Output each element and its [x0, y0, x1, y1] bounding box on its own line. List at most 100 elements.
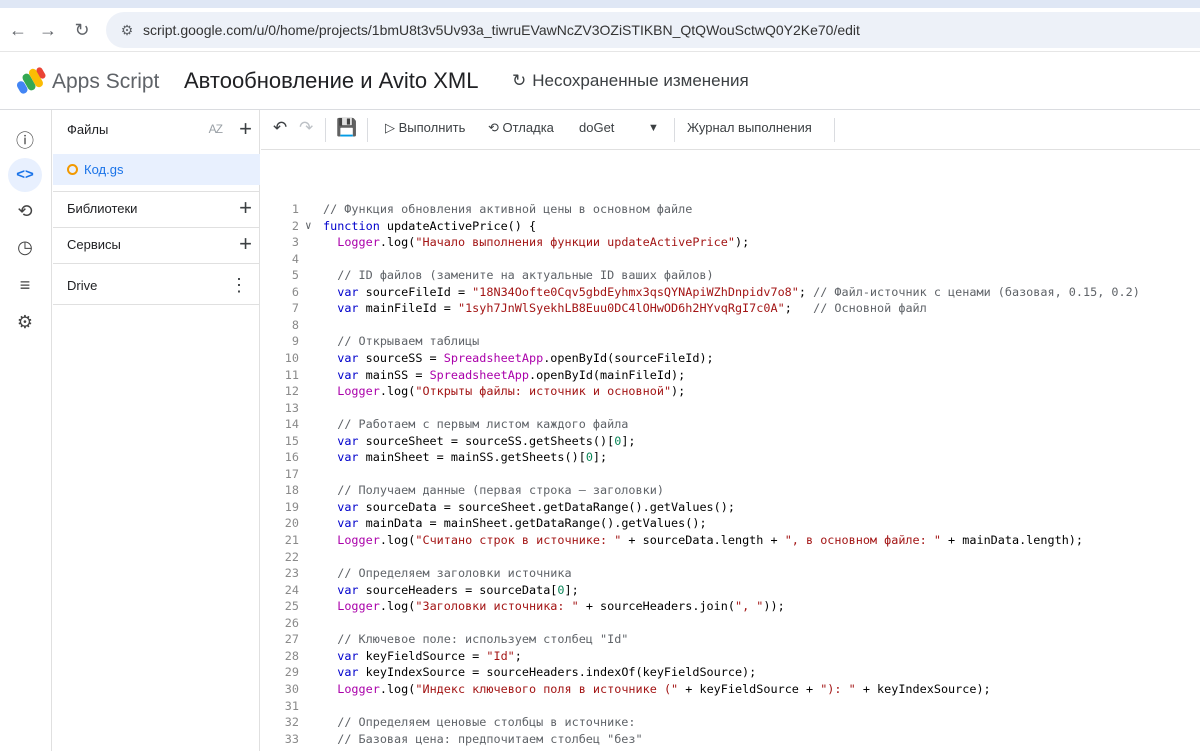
- history-icon[interactable]: ⟲: [8, 194, 42, 228]
- code-line[interactable]: 16 var mainSheet = mainSS.getSheets()[0]…: [261, 449, 1200, 466]
- app-name[interactable]: Apps Script: [52, 70, 159, 94]
- libraries-row[interactable]: Библиотеки +: [53, 191, 260, 227]
- code-line[interactable]: 29 var keyIndexSource = sourceHeaders.in…: [261, 664, 1200, 681]
- file-name[interactable]: Код.gs: [84, 162, 123, 177]
- save-icon[interactable]: 💾: [336, 118, 357, 138]
- code-text[interactable]: // Работаем с первым листом каждого файл…: [323, 416, 628, 433]
- code-text[interactable]: var mainFileId = "1syh7JnWlSyekhLB8Euu0D…: [323, 300, 927, 317]
- url-text[interactable]: script.google.com/u/0/home/projects/1bmU…: [143, 22, 860, 38]
- code-line[interactable]: 23 // Определяем заголовки источника: [261, 565, 1200, 582]
- code-text[interactable]: // Получаем данные (первая строка – заго…: [323, 482, 664, 499]
- code-line[interactable]: 18 // Получаем данные (первая строка – з…: [261, 482, 1200, 499]
- add-library-plus-icon[interactable]: +: [239, 195, 252, 221]
- fold-chevron-icon[interactable]: ∨: [305, 218, 312, 235]
- code-line[interactable]: 32 // Определяем ценовые столбцы в источ…: [261, 714, 1200, 731]
- code-text[interactable]: var sourceSS = SpreadsheetApp.openById(s…: [323, 350, 713, 367]
- code-text[interactable]: // Определяем заголовки источника: [323, 565, 571, 582]
- code-text[interactable]: var keyFieldSource = "Id";: [323, 648, 522, 665]
- files-panel: Файлы AZ + Код.gs Библиотеки + Сервисы +…: [53, 110, 260, 751]
- code-text[interactable]: Logger.log("Начало выполнения функции up…: [323, 234, 749, 251]
- code-text[interactable]: // Ключевое поле: используем столбец "Id…: [323, 631, 628, 648]
- code-text[interactable]: // Функция обновления активной цены в ос…: [323, 201, 692, 218]
- code-line[interactable]: 8: [261, 317, 1200, 334]
- code-line[interactable]: 19 var sourceData = sourceSheet.getDataR…: [261, 499, 1200, 516]
- redo-icon[interactable]: ↷: [299, 118, 313, 138]
- editor-toolbar: ↶ ↷ 💾 ▷ Выполнить ⟲ Отладка doGet ▼ Журн…: [261, 110, 1200, 150]
- code-line[interactable]: 28 var keyFieldSource = "Id";: [261, 648, 1200, 665]
- code-text[interactable]: var mainSheet = mainSS.getSheets()[0];: [323, 449, 607, 466]
- code-text[interactable]: var sourceHeaders = sourceData[0];: [323, 582, 579, 599]
- apps-script-logo-icon[interactable]: [16, 67, 46, 95]
- function-select[interactable]: doGet: [579, 120, 614, 135]
- undo-icon[interactable]: ↶: [273, 118, 287, 138]
- code-line[interactable]: 25 Logger.log("Заголовки источника: " + …: [261, 598, 1200, 615]
- code-line[interactable]: 21 Logger.log("Считано строк в источнике…: [261, 532, 1200, 549]
- site-settings-icon[interactable]: ⚙: [118, 21, 136, 39]
- code-text[interactable]: var sourceFileId = "18N34Oofte0Cqv5gbdEy…: [323, 284, 1140, 301]
- code-line[interactable]: 11 var mainSS = SpreadsheetApp.openById(…: [261, 367, 1200, 384]
- more-options-icon[interactable]: ⋮: [230, 274, 248, 296]
- code-line[interactable]: 17: [261, 466, 1200, 483]
- drive-service-row[interactable]: Drive ⋮: [53, 268, 260, 304]
- add-file-plus-icon[interactable]: +: [239, 116, 252, 142]
- code-line[interactable]: 4: [261, 251, 1200, 268]
- code-text[interactable]: // Открываем таблицы: [323, 333, 479, 350]
- libraries-label: Библиотеки: [67, 201, 138, 216]
- services-row[interactable]: Сервисы +: [53, 227, 260, 263]
- alarm-clock-icon[interactable]: ◷: [8, 230, 42, 264]
- debug-button[interactable]: ⟲ Отладка: [488, 120, 554, 136]
- code-text[interactable]: var sourceSheet = sourceSS.getSheets()[0…: [323, 433, 635, 450]
- code-editor[interactable]: 1 // Функция обновления активной цены в о…: [261, 151, 1200, 751]
- code-text[interactable]: Logger.log("Открыты файлы: источник и ос…: [323, 383, 685, 400]
- code-line[interactable]: 3 Logger.log("Начало выполнения функции …: [261, 234, 1200, 251]
- file-item-kod-gs[interactable]: Код.gs: [53, 154, 260, 185]
- code-text[interactable]: // ID файлов (замените на актуальные ID …: [323, 267, 713, 284]
- code-editor-icon[interactable]: <>: [8, 158, 42, 192]
- code-line[interactable]: 15 var sourceSheet = sourceSS.getSheets(…: [261, 433, 1200, 450]
- add-service-plus-icon[interactable]: +: [239, 231, 252, 257]
- code-line[interactable]: 27 // Ключевое поле: используем столбец …: [261, 631, 1200, 648]
- code-line[interactable]: 5 // ID файлов (замените на актуальные I…: [261, 267, 1200, 284]
- reload-icon[interactable]: ↻: [70, 18, 94, 42]
- code-text[interactable]: var sourceData = sourceSheet.getDataRang…: [323, 499, 735, 516]
- execution-log-button[interactable]: Журнал выполнения: [687, 120, 812, 135]
- code-text[interactable]: var mainData = mainSheet.getDataRange().…: [323, 515, 706, 532]
- debug-icon: ⟲: [488, 120, 499, 135]
- line-number: 9: [291, 334, 299, 349]
- code-line[interactable]: 9 // Открываем таблицы: [261, 333, 1200, 350]
- chevron-down-icon[interactable]: ▼: [648, 122, 659, 134]
- line-number: 6: [291, 284, 299, 299]
- code-line[interactable]: 24 var sourceHeaders = sourceData[0];: [261, 582, 1200, 599]
- project-title[interactable]: Автообновление и Avito XML: [184, 68, 478, 94]
- code-line[interactable]: 26: [261, 615, 1200, 632]
- code-line[interactable]: 14 // Работаем с первым листом каждого ф…: [261, 416, 1200, 433]
- address-bar[interactable]: ⚙ script.google.com/u/0/home/projects/1b…: [106, 12, 1200, 48]
- code-text[interactable]: Logger.log("Заголовки источника: " + sou…: [323, 598, 785, 615]
- code-line[interactable]: 33 // Базовая цена: предпочитаем столбец…: [261, 731, 1200, 748]
- executions-list-icon[interactable]: ≡: [8, 268, 42, 302]
- code-text[interactable]: Logger.log("Считано строк в источнике: "…: [323, 532, 1083, 549]
- code-line[interactable]: 13: [261, 400, 1200, 417]
- sort-az-icon[interactable]: AZ: [209, 122, 223, 136]
- forward-arrow-icon[interactable]: →: [36, 18, 60, 42]
- code-text[interactable]: var keyIndexSource = sourceHeaders.index…: [323, 664, 756, 681]
- code-line[interactable]: 6 var sourceFileId = "18N34Oofte0Cqv5gbd…: [261, 284, 1200, 301]
- code-line[interactable]: 1 // Функция обновления активной цены в о…: [261, 201, 1200, 218]
- code-line[interactable]: 10 var sourceSS = SpreadsheetApp.openByI…: [261, 350, 1200, 367]
- code-line[interactable]: 20 var mainData = mainSheet.getDataRange…: [261, 515, 1200, 532]
- code-text[interactable]: Logger.log("Индекс ключевого поля в исто…: [323, 681, 990, 698]
- code-text[interactable]: var mainSS = SpreadsheetApp.openById(mai…: [323, 367, 685, 384]
- code-line[interactable]: 12 Logger.log("Открыты файлы: источник и…: [261, 383, 1200, 400]
- info-icon[interactable]: ⓘ: [8, 124, 42, 158]
- code-line[interactable]: 30 Logger.log("Индекс ключевого поля в и…: [261, 681, 1200, 698]
- code-line[interactable]: 31: [261, 698, 1200, 715]
- code-text[interactable]: // Определяем ценовые столбцы в источник…: [323, 714, 635, 731]
- settings-gear-icon[interactable]: ⚙: [8, 305, 42, 339]
- code-text[interactable]: function updateActivePrice() {: [323, 218, 536, 235]
- back-arrow-icon[interactable]: ←: [6, 18, 30, 42]
- code-text[interactable]: // Базовая цена: предпочитаем столбец "б…: [323, 731, 642, 748]
- run-button[interactable]: ▷ Выполнить: [385, 120, 465, 136]
- code-line[interactable]: 2 ∨ function updateActivePrice() {: [261, 218, 1200, 235]
- code-line[interactable]: 7 var mainFileId = "1syh7JnWlSyekhLB8Euu…: [261, 300, 1200, 317]
- code-line[interactable]: 22: [261, 549, 1200, 566]
